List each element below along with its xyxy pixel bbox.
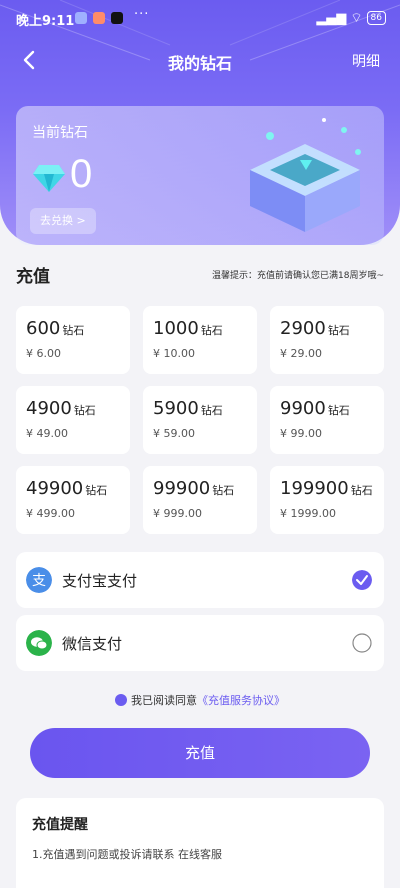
package-tile[interactable]: 199900 钻石 ¥ 1999.00	[270, 466, 384, 534]
package-tile[interactable]: 1000 钻石 ¥ 10.00	[143, 306, 257, 374]
notes-line: 1.充值遇到问题或投诉请联系 在线客服	[32, 848, 222, 861]
nav-bar: 我的钻石 明细	[0, 40, 400, 80]
recharge-notes: 充值提醒 1.充值遇到问题或投诉请联系 在线客服	[16, 798, 384, 888]
checked-radio-icon[interactable]	[352, 570, 372, 590]
exchange-button[interactable]: 去兑换 >	[30, 208, 96, 234]
package-unit: 钻石	[350, 484, 373, 497]
wifi-icon: ⌔	[350, 11, 363, 26]
svg-text:支: 支	[32, 573, 46, 589]
package-tile[interactable]: 2900 钻石 ¥ 29.00	[270, 306, 384, 374]
page-title: 我的钻石	[167, 54, 232, 73]
package-tile[interactable]: 99900 钻石 ¥ 999.00	[143, 466, 257, 534]
alipay-option[interactable]: 支 支付宝支付	[16, 552, 384, 608]
agreement-row: 我已阅读同意《充值服务协议》	[0, 692, 400, 708]
package-amount: 2900	[280, 318, 326, 339]
package-price: ¥ 1999.00	[280, 507, 336, 520]
package-price: ¥ 999.00	[153, 507, 202, 520]
recharge-heading: 充值	[16, 267, 50, 287]
more-notifications-icon: ···	[134, 7, 150, 22]
app-notification-icon	[75, 12, 87, 24]
package-amount: 5900	[153, 398, 199, 419]
package-unit: 钻石	[62, 324, 85, 337]
package-unit: 钻石	[200, 324, 223, 337]
service-agreement-link[interactable]: 《充值服务协议》	[197, 694, 285, 707]
package-unit: 钻石	[200, 404, 223, 417]
package-price: ¥ 499.00	[26, 507, 75, 520]
package-amount: 4900	[26, 398, 72, 419]
package-unit: 钻石	[73, 404, 96, 417]
package-price: ¥ 49.00	[26, 427, 68, 440]
status-bar: 晚上9:11 ··· ▂▄▆ ⌔ 86	[0, 0, 400, 38]
diamond-balance: 0	[70, 152, 93, 196]
notes-title: 充值提醒	[32, 817, 88, 833]
battery-icon: 86	[366, 11, 386, 25]
package-unit: 钻石	[85, 484, 108, 497]
balance-card: 当前钻石 0 去兑换 >	[16, 106, 384, 245]
age-notice: 温馨提示：充值前请确认您已满18周岁哦~	[212, 271, 384, 281]
package-amount: 9900	[280, 398, 326, 419]
package-price: ¥ 99.00	[280, 427, 322, 440]
package-amount: 99900	[153, 478, 211, 499]
package-tile[interactable]: 9900 钻石 ¥ 99.00	[270, 386, 384, 454]
package-tile[interactable]: 5900 钻石 ¥ 59.00	[143, 386, 257, 454]
package-price: ¥ 59.00	[153, 427, 195, 440]
package-price: ¥ 10.00	[153, 347, 195, 360]
wechat-pay-label: 微信支付	[62, 635, 123, 653]
package-amount: 600	[26, 318, 61, 339]
package-amount: 199900	[280, 478, 349, 499]
signal-icon: ▂▄▆	[316, 10, 347, 26]
package-amount: 49900	[26, 478, 84, 499]
app-notification-icon	[93, 12, 105, 24]
agreement-text: 我已阅读同意	[131, 694, 197, 707]
unchecked-radio-icon[interactable]	[352, 633, 372, 653]
package-price: ¥ 6.00	[26, 347, 61, 360]
package-tile[interactable]: 600 钻石 ¥ 6.00	[16, 306, 130, 374]
tiktok-icon	[111, 12, 123, 24]
wechat-icon	[26, 630, 52, 656]
package-price: ¥ 29.00	[280, 347, 322, 360]
diamond-icon	[33, 165, 65, 192]
balance-label: 当前钻石	[32, 125, 88, 141]
agreement-checkbox[interactable]	[115, 694, 127, 706]
status-time: 晚上9:11	[16, 14, 75, 29]
alipay-icon: 支	[26, 567, 52, 593]
package-unit: 钻石	[212, 484, 235, 497]
package-tile[interactable]: 4900 钻石 ¥ 49.00	[16, 386, 130, 454]
wechat-pay-option[interactable]: 微信支付	[16, 615, 384, 671]
details-button[interactable]: 明细	[352, 51, 380, 71]
recharge-button[interactable]: 充值	[30, 728, 370, 778]
package-tile[interactable]: 49900 钻石 ¥ 499.00	[16, 466, 130, 534]
package-amount: 1000	[153, 318, 199, 339]
diamond-box-illustration	[250, 118, 361, 232]
package-unit: 钻石	[327, 404, 350, 417]
package-unit: 钻石	[327, 324, 350, 337]
alipay-label: 支付宝支付	[62, 572, 138, 590]
